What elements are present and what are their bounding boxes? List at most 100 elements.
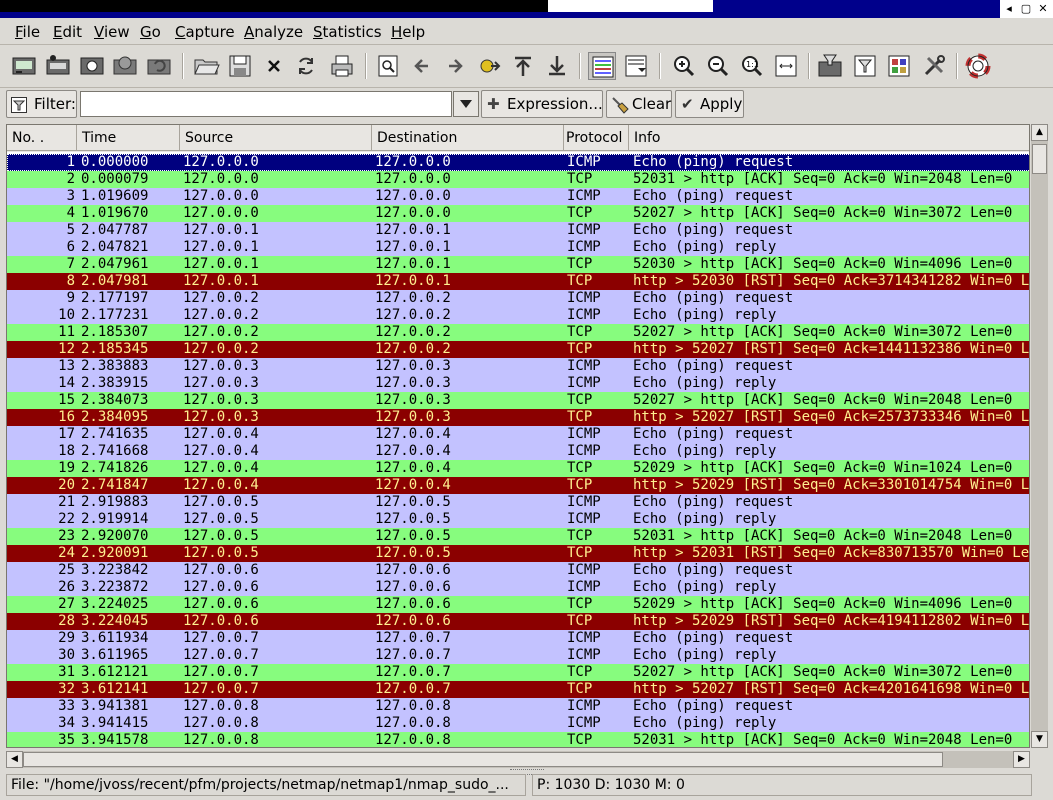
open-folder-icon[interactable] [192, 52, 220, 80]
column-header-source[interactable]: Source [180, 125, 372, 151]
packet-row[interactable]: 28 3.224045 127.0.0.6 127.0.0.6 TCP http > 52… [7, 613, 1029, 630]
go-to-packet-icon[interactable] [475, 52, 503, 80]
packet-row[interactable]: 5 2.047787 127.0.0.1 127.0.0.1 ICMP Echo (pin… [7, 222, 1029, 239]
packet-row[interactable]: 32 3.612141 127.0.0.7 127.0.0.7 TCP http > 52… [7, 681, 1029, 698]
packet-row[interactable]: 8 2.047981 127.0.0.1 127.0.0.1 TCP http > 520… [7, 273, 1029, 290]
menu-go[interactable]: Go [140, 23, 161, 41]
packet-time: 3.223872 [81, 579, 149, 595]
packet-row[interactable]: 2 0.000079 127.0.0.0 127.0.0.0 TCP 52031 > ht… [7, 171, 1029, 188]
packet-row[interactable]: 13 2.383883 127.0.0.3 127.0.0.3 ICMP Echo (pi… [7, 358, 1029, 375]
packet-row[interactable]: 27 3.224025 127.0.0.6 127.0.0.6 TCP 52029 > h… [7, 596, 1029, 613]
packet-row[interactable]: 12 2.185345 127.0.0.2 127.0.0.2 TCP http > 52… [7, 341, 1029, 358]
packet-row[interactable]: 15 2.384073 127.0.0.3 127.0.0.3 TCP 52027 > h… [7, 392, 1029, 409]
packet-row[interactable]: 33 3.941381 127.0.0.8 127.0.0.8 ICMP Echo (pi… [7, 698, 1029, 715]
clear-button[interactable]: Clear [606, 90, 672, 118]
zoom-normal-icon[interactable]: 1:1 [738, 52, 766, 80]
vertical-scrollbar[interactable]: ▲ ▼ [1031, 124, 1048, 748]
column-header-protocol[interactable]: Protocol [564, 125, 629, 151]
menu-view[interactable]: View [94, 23, 130, 41]
packet-protocol: ICMP [567, 188, 601, 204]
packet-row[interactable]: 25 3.223842 127.0.0.6 127.0.0.6 ICMP Echo (pi… [7, 562, 1029, 579]
column-header-destination[interactable]: Destination [372, 125, 564, 151]
colorize-icon[interactable] [588, 52, 616, 80]
packet-row[interactable]: 35 3.941578 127.0.0.8 127.0.0.8 TCP 52031 > h… [7, 732, 1029, 747]
packet-row[interactable]: 24 2.920091 127.0.0.5 127.0.0.5 TCP http > 52… [7, 545, 1029, 562]
go-back-icon[interactable] [408, 52, 436, 80]
packet-row[interactable]: 6 2.047821 127.0.0.1 127.0.0.1 ICMP Echo (pin… [7, 239, 1029, 256]
packet-row[interactable]: 34 3.941415 127.0.0.8 127.0.0.8 ICMP Echo (pi… [7, 715, 1029, 732]
packet-no: 20 [58, 477, 75, 493]
filter-button[interactable]: Filter: [6, 90, 77, 118]
menu-edit[interactable]: Edit [53, 23, 82, 41]
capture-options-icon[interactable] [44, 52, 72, 80]
packet-row[interactable]: 1 0.000000 127.0.0.0 127.0.0.0 ICMP Echo (pin… [7, 154, 1029, 171]
column-header-time[interactable]: Time [77, 125, 180, 151]
capture-filters-icon[interactable] [816, 52, 844, 80]
packet-row[interactable]: 9 2.177197 127.0.0.2 127.0.0.2 ICMP Echo (pin… [7, 290, 1029, 307]
resize-columns-icon[interactable] [772, 52, 800, 80]
go-first-icon[interactable] [509, 52, 537, 80]
menu-help[interactable]: Help [391, 23, 425, 41]
packet-source: 127.0.0.7 [183, 647, 259, 663]
help-icon[interactable] [964, 52, 992, 80]
zoom-in-icon[interactable] [670, 52, 698, 80]
packet-row[interactable]: 7 2.047961 127.0.0.1 127.0.0.1 TCP 52030 > ht… [7, 256, 1029, 273]
packet-row[interactable]: 17 2.741635 127.0.0.4 127.0.0.4 ICMP Echo (pi… [7, 426, 1029, 443]
menu-analyze[interactable]: Analyze [244, 23, 303, 41]
coloring-rules-icon[interactable] [885, 52, 913, 80]
display-filters-icon[interactable] [851, 52, 879, 80]
packet-row[interactable]: 22 2.919914 127.0.0.5 127.0.0.5 ICMP Echo (pi… [7, 511, 1029, 528]
auto-scroll-icon[interactable] [622, 52, 650, 80]
scroll-up-icon[interactable]: ▲ [1031, 124, 1048, 141]
horizontal-scroll-thumb[interactable] [23, 752, 943, 767]
packet-row[interactable]: 4 1.019670 127.0.0.0 127.0.0.0 TCP 52027 > ht… [7, 205, 1029, 222]
maximize-button[interactable]: ▢ [1018, 1, 1034, 17]
packet-row[interactable]: 19 2.741826 127.0.0.4 127.0.0.4 TCP 52029 > h… [7, 460, 1029, 477]
packet-row[interactable]: 21 2.919883 127.0.0.5 127.0.0.5 ICMP Echo (pi… [7, 494, 1029, 511]
filter-dropdown[interactable] [453, 91, 479, 117]
interfaces-icon[interactable] [10, 52, 38, 80]
go-last-icon[interactable] [543, 52, 571, 80]
save-icon[interactable] [226, 52, 254, 80]
packet-row[interactable]: 26 3.223872 127.0.0.6 127.0.0.6 ICMP Echo (pi… [7, 579, 1029, 596]
packet-row[interactable]: 16 2.384095 127.0.0.3 127.0.0.3 TCP http > 52… [7, 409, 1029, 426]
menu-file[interactable]: File [15, 23, 40, 41]
find-packet-icon[interactable] [374, 52, 402, 80]
menu-statistics[interactable]: Statistics [313, 23, 382, 41]
packet-row[interactable]: 20 2.741847 127.0.0.4 127.0.0.4 TCP http > 52… [7, 477, 1029, 494]
packet-row[interactable]: 3 1.019609 127.0.0.0 127.0.0.0 ICMP Echo (pin… [7, 188, 1029, 205]
packet-row[interactable]: 18 2.741668 127.0.0.4 127.0.0.4 ICMP Echo (pi… [7, 443, 1029, 460]
packet-protocol: TCP [567, 528, 593, 544]
go-forward-icon[interactable] [441, 52, 469, 80]
expression-button[interactable]: ✚ Expression... [481, 90, 603, 118]
packet-row[interactable]: 29 3.611934 127.0.0.7 127.0.0.7 ICMP Echo (pi… [7, 630, 1029, 647]
reload-icon[interactable] [292, 52, 320, 80]
packet-row[interactable]: 30 3.611965 127.0.0.7 127.0.0.7 ICMP Echo (pi… [7, 647, 1029, 664]
preferences-icon[interactable] [920, 52, 948, 80]
capture-start-icon[interactable] [78, 52, 106, 80]
apply-button[interactable]: ✔ Apply [675, 90, 744, 118]
packet-row[interactable]: 14 2.383915 127.0.0.3 127.0.0.3 ICMP Echo (pi… [7, 375, 1029, 392]
zoom-out-icon[interactable] [704, 52, 732, 80]
scroll-left-icon[interactable]: ◀ [6, 751, 23, 768]
close-button[interactable]: ✕ [1035, 1, 1051, 17]
filter-input[interactable] [80, 91, 452, 117]
minimize-button[interactable]: ◂ [1001, 1, 1017, 17]
vertical-scroll-thumb[interactable] [1032, 144, 1047, 174]
horizontal-scrollbar[interactable]: ◀ ▶ [6, 751, 1030, 768]
print-icon[interactable] [328, 52, 356, 80]
menu-capture[interactable]: Capture [175, 23, 235, 41]
capture-restart-icon[interactable] [145, 52, 173, 80]
packet-row[interactable]: 31 3.612121 127.0.0.7 127.0.0.7 TCP 52027 > h… [7, 664, 1029, 681]
close-file-icon[interactable] [260, 52, 288, 80]
packet-row[interactable]: 23 2.920070 127.0.0.5 127.0.0.5 TCP 52031 > h… [7, 528, 1029, 545]
capture-stop-icon[interactable] [111, 52, 139, 80]
column-header-info[interactable]: Info [629, 125, 1029, 151]
packet-row[interactable]: 11 2.185307 127.0.0.2 127.0.0.2 TCP 52027 > h… [7, 324, 1029, 341]
packet-row[interactable]: 10 2.177231 127.0.0.2 127.0.0.2 ICMP Echo (pi… [7, 307, 1029, 324]
column-header-no[interactable]: No. . [7, 125, 77, 151]
packet-source: 127.0.0.5 [183, 528, 259, 544]
packet-list[interactable]: No. . Time Source Destination Protocol I… [6, 124, 1030, 748]
scroll-right-icon[interactable]: ▶ [1013, 751, 1030, 768]
scroll-down-icon[interactable]: ▼ [1031, 731, 1048, 748]
